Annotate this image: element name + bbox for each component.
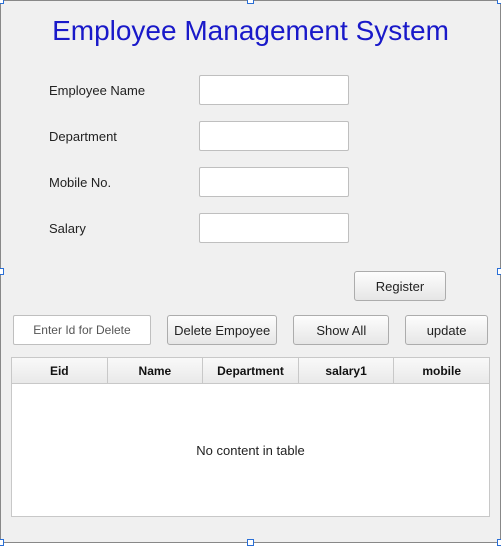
action-row: Delete Empoyee Show All update <box>1 315 500 357</box>
register-button[interactable]: Register <box>354 271 446 301</box>
label-department: Department <box>49 129 199 144</box>
page-title: Employee Management System <box>1 1 500 57</box>
input-salary[interactable] <box>199 213 349 243</box>
input-department[interactable] <box>199 121 349 151</box>
col-department[interactable]: Department <box>203 358 299 383</box>
register-row: Register <box>1 259 500 315</box>
row-department: Department <box>49 121 500 151</box>
resize-handle-icon[interactable] <box>497 0 501 4</box>
label-salary: Salary <box>49 221 199 236</box>
table-body: No content in table <box>12 384 489 516</box>
table-empty-text: No content in table <box>196 443 304 458</box>
resize-handle-icon[interactable] <box>0 268 4 275</box>
row-salary: Salary <box>49 213 500 243</box>
col-mobile[interactable]: mobile <box>394 358 489 383</box>
employee-table: Eid Name Department salary1 mobile No co… <box>11 357 490 517</box>
resize-handle-icon[interactable] <box>497 268 501 275</box>
delete-employee-button[interactable]: Delete Empoyee <box>167 315 277 345</box>
show-all-button[interactable]: Show All <box>293 315 389 345</box>
label-employee-name: Employee Name <box>49 83 199 98</box>
row-employee-name: Employee Name <box>49 75 500 105</box>
label-mobile: Mobile No. <box>49 175 199 190</box>
app-window: Employee Management System Employee Name… <box>0 0 501 543</box>
table-header: Eid Name Department salary1 mobile <box>12 358 489 384</box>
col-name[interactable]: Name <box>108 358 204 383</box>
col-salary[interactable]: salary1 <box>299 358 395 383</box>
input-employee-name[interactable] <box>199 75 349 105</box>
input-mobile[interactable] <box>199 167 349 197</box>
employee-form: Employee Name Department Mobile No. Sala… <box>1 57 500 243</box>
update-button[interactable]: update <box>405 315 488 345</box>
row-mobile: Mobile No. <box>49 167 500 197</box>
delete-id-input[interactable] <box>13 315 151 345</box>
resize-handle-icon[interactable] <box>247 0 254 4</box>
resize-handle-icon[interactable] <box>0 0 4 4</box>
col-eid[interactable]: Eid <box>12 358 108 383</box>
